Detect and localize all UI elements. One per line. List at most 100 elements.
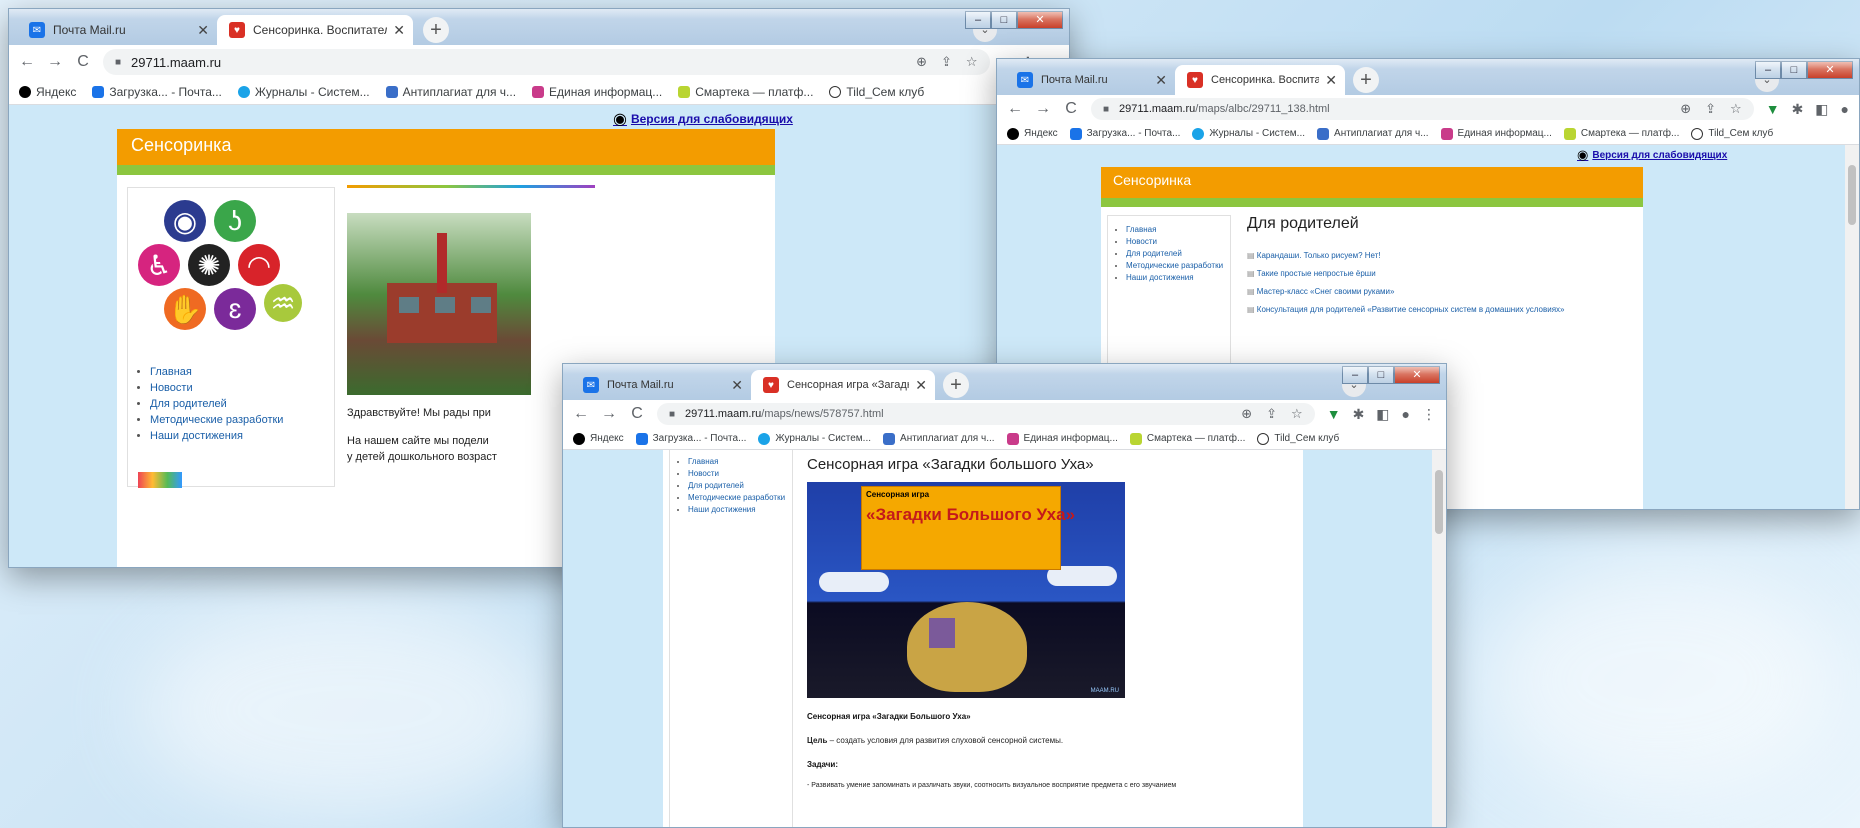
share-icon[interactable]: ⇪ [1705,101,1716,117]
article-link[interactable]: ▤ Карандаши. Только рисуем? Нет! [1247,247,1565,265]
close-icon[interactable]: ✕ [393,22,405,39]
bookmark-item[interactable]: Яндекс [1007,127,1058,140]
shield-icon[interactable]: ▼ [1766,101,1780,117]
article-link[interactable]: ▤ Консультация для родителей «Развитие с… [1247,301,1565,319]
bookmark-star-icon[interactable]: ☆ [1730,101,1742,117]
bookmark-item[interactable]: Яндекс [19,85,76,99]
bookmark-item[interactable]: Загрузка... - Почта... [1069,127,1180,140]
bookmark-item[interactable]: Журналы - Систем... [1192,127,1305,140]
close-icon[interactable]: ✕ [197,22,209,39]
bookmark-item[interactable]: Антиплагиат для ч... [1317,127,1429,140]
bookmark-item[interactable]: Загрузка... - Почта... [92,85,222,99]
menu-item-news[interactable]: Новости [688,468,785,480]
address-bar[interactable]: ■ 29711.maam.ru /maps/albc/29711_138.htm… [1091,98,1754,120]
puzzle-icon[interactable]: ✱ [1353,406,1365,423]
share-icon[interactable]: ⇪ [941,54,952,70]
article-link[interactable]: ▤ Такие простые непростые ёрши [1247,265,1565,283]
scrollbar[interactable] [1432,450,1446,827]
forward-icon[interactable]: → [1035,100,1051,118]
maximize-button[interactable]: □ [991,11,1017,29]
profile-icon[interactable]: ● [1841,101,1849,117]
tab-mail[interactable]: ✉ Почта Mail.ru ✕ [1005,65,1175,95]
forward-icon[interactable]: → [47,53,63,71]
scrollbar[interactable] [1845,145,1859,509]
minimize-button[interactable]: – [965,11,991,29]
back-icon[interactable]: ← [1007,100,1023,118]
menu-item-methods[interactable]: Методические разработки [1126,260,1223,272]
address-bar[interactable]: ■ 29711.maam.ru /maps/news/578757.html ⊕… [657,403,1315,425]
bookmark-item[interactable]: Единая информац... [1006,432,1118,445]
menu-dots-icon[interactable]: ⋮ [1422,406,1436,423]
bookmark-item[interactable]: Журналы - Систем... [758,432,871,445]
zoom-icon[interactable]: ⊕ [1241,406,1252,422]
tab-maam[interactable]: ♥ Сенсоринка. Воспитателям де ✕ [1175,65,1345,95]
close-window-button[interactable]: ✕ [1017,11,1063,29]
sidebar-menu: Главная Новости Для родителей Методическ… [672,456,785,516]
bookmark-item[interactable]: Яндекс [573,432,624,445]
bookmark-star-icon[interactable]: ☆ [1291,406,1303,422]
menu-item-methods[interactable]: Методические разработки [688,492,785,504]
bookmark-item[interactable]: Антиплагиат для ч... [385,85,516,99]
close-window-button[interactable]: ✕ [1394,366,1440,384]
tab-maam[interactable]: ♥ Сенсорная игра «Загадки боль ✕ [751,370,935,400]
zoom-icon[interactable]: ⊕ [916,54,927,70]
profile-icon[interactable]: ● [1402,406,1410,422]
puzzle-icon[interactable]: ✱ [1792,101,1804,118]
bookmark-item[interactable]: Журналы - Систем... [237,85,370,99]
menu-item-achievements[interactable]: Наши достижения [1126,272,1223,284]
menu-item-methods[interactable]: Методические разработки [150,412,283,428]
tab-mail[interactable]: ✉ Почта Mail.ru ✕ [17,15,217,45]
maximize-button[interactable]: □ [1368,366,1394,384]
close-icon[interactable]: ✕ [915,377,927,394]
menu-item-home[interactable]: Главная [1126,224,1223,236]
bookmark-item[interactable]: Единая информац... [1440,127,1552,140]
menu-item-achievements[interactable]: Наши достижения [150,428,283,444]
bookmark-item[interactable]: Tild_Сем клуб [829,85,924,99]
menu-item-parents[interactable]: Для родителей [688,480,785,492]
bookmark-item[interactable]: Единая информац... [532,85,662,99]
bookmark-item[interactable]: Загрузка... - Почта... [635,432,746,445]
sidepanel-icon[interactable]: ◧ [1376,406,1389,423]
maximize-button[interactable]: □ [1781,61,1807,79]
close-icon[interactable]: ✕ [1325,72,1337,89]
menu-item-home[interactable]: Главная [688,456,785,468]
close-icon[interactable]: ✕ [731,377,743,394]
menu-item-achievements[interactable]: Наши достижения [688,504,785,516]
bookmark-item[interactable]: Смартека — платф... [1563,127,1679,140]
vision-impaired-link[interactable]: ◉ Версия для слабовидящих [613,109,793,129]
new-tab-button[interactable]: + [1353,67,1379,93]
new-tab-button[interactable]: + [423,17,449,43]
bookmark-item[interactable]: Tild_Сем клуб [1691,127,1773,140]
back-icon[interactable]: ← [573,405,589,423]
forward-icon[interactable]: → [601,405,617,423]
reload-icon[interactable]: C [629,405,645,423]
address-bar[interactable]: ■ 29711.maam.ru ⊕ ⇪ ☆ [103,49,990,75]
close-window-button[interactable]: ✕ [1807,61,1853,79]
bookmark-item[interactable]: Антиплагиат для ч... [883,432,995,445]
close-icon[interactable]: ✕ [1155,72,1167,89]
tab-title: Сенсоринка. Воспитателям дет [253,23,387,37]
menu-item-parents[interactable]: Для родителей [1126,248,1223,260]
bookmark-item[interactable]: Tild_Сем клуб [1257,432,1339,445]
menu-item-home[interactable]: Главная [150,364,283,380]
shield-icon[interactable]: ▼ [1327,406,1341,422]
menu-item-parents[interactable]: Для родителей [150,396,283,412]
bookmark-star-icon[interactable]: ☆ [966,54,978,70]
bookmark-item[interactable]: Смартека — платф... [678,85,813,99]
article-link[interactable]: ▤ Мастер-класс «Снег своими руками» [1247,283,1565,301]
tab-maam[interactable]: ♥ Сенсоринка. Воспитателям дет ✕ [217,15,413,45]
menu-item-news[interactable]: Новости [1126,236,1223,248]
vision-impaired-link[interactable]: ◉ Версия для слабовидящих [1577,147,1727,163]
bookmark-item[interactable]: Смартека — платф... [1129,432,1245,445]
share-icon[interactable]: ⇪ [1266,406,1277,422]
zoom-icon[interactable]: ⊕ [1680,101,1691,117]
back-icon[interactable]: ← [19,53,35,71]
minimize-button[interactable]: – [1755,61,1781,79]
new-tab-button[interactable]: + [943,372,969,398]
minimize-button[interactable]: – [1342,366,1368,384]
tab-mail[interactable]: ✉ Почта Mail.ru ✕ [571,370,751,400]
reload-icon[interactable]: C [1063,100,1079,118]
menu-item-news[interactable]: Новости [150,380,283,396]
reload-icon[interactable]: C [75,53,91,71]
sidepanel-icon[interactable]: ◧ [1815,101,1828,118]
